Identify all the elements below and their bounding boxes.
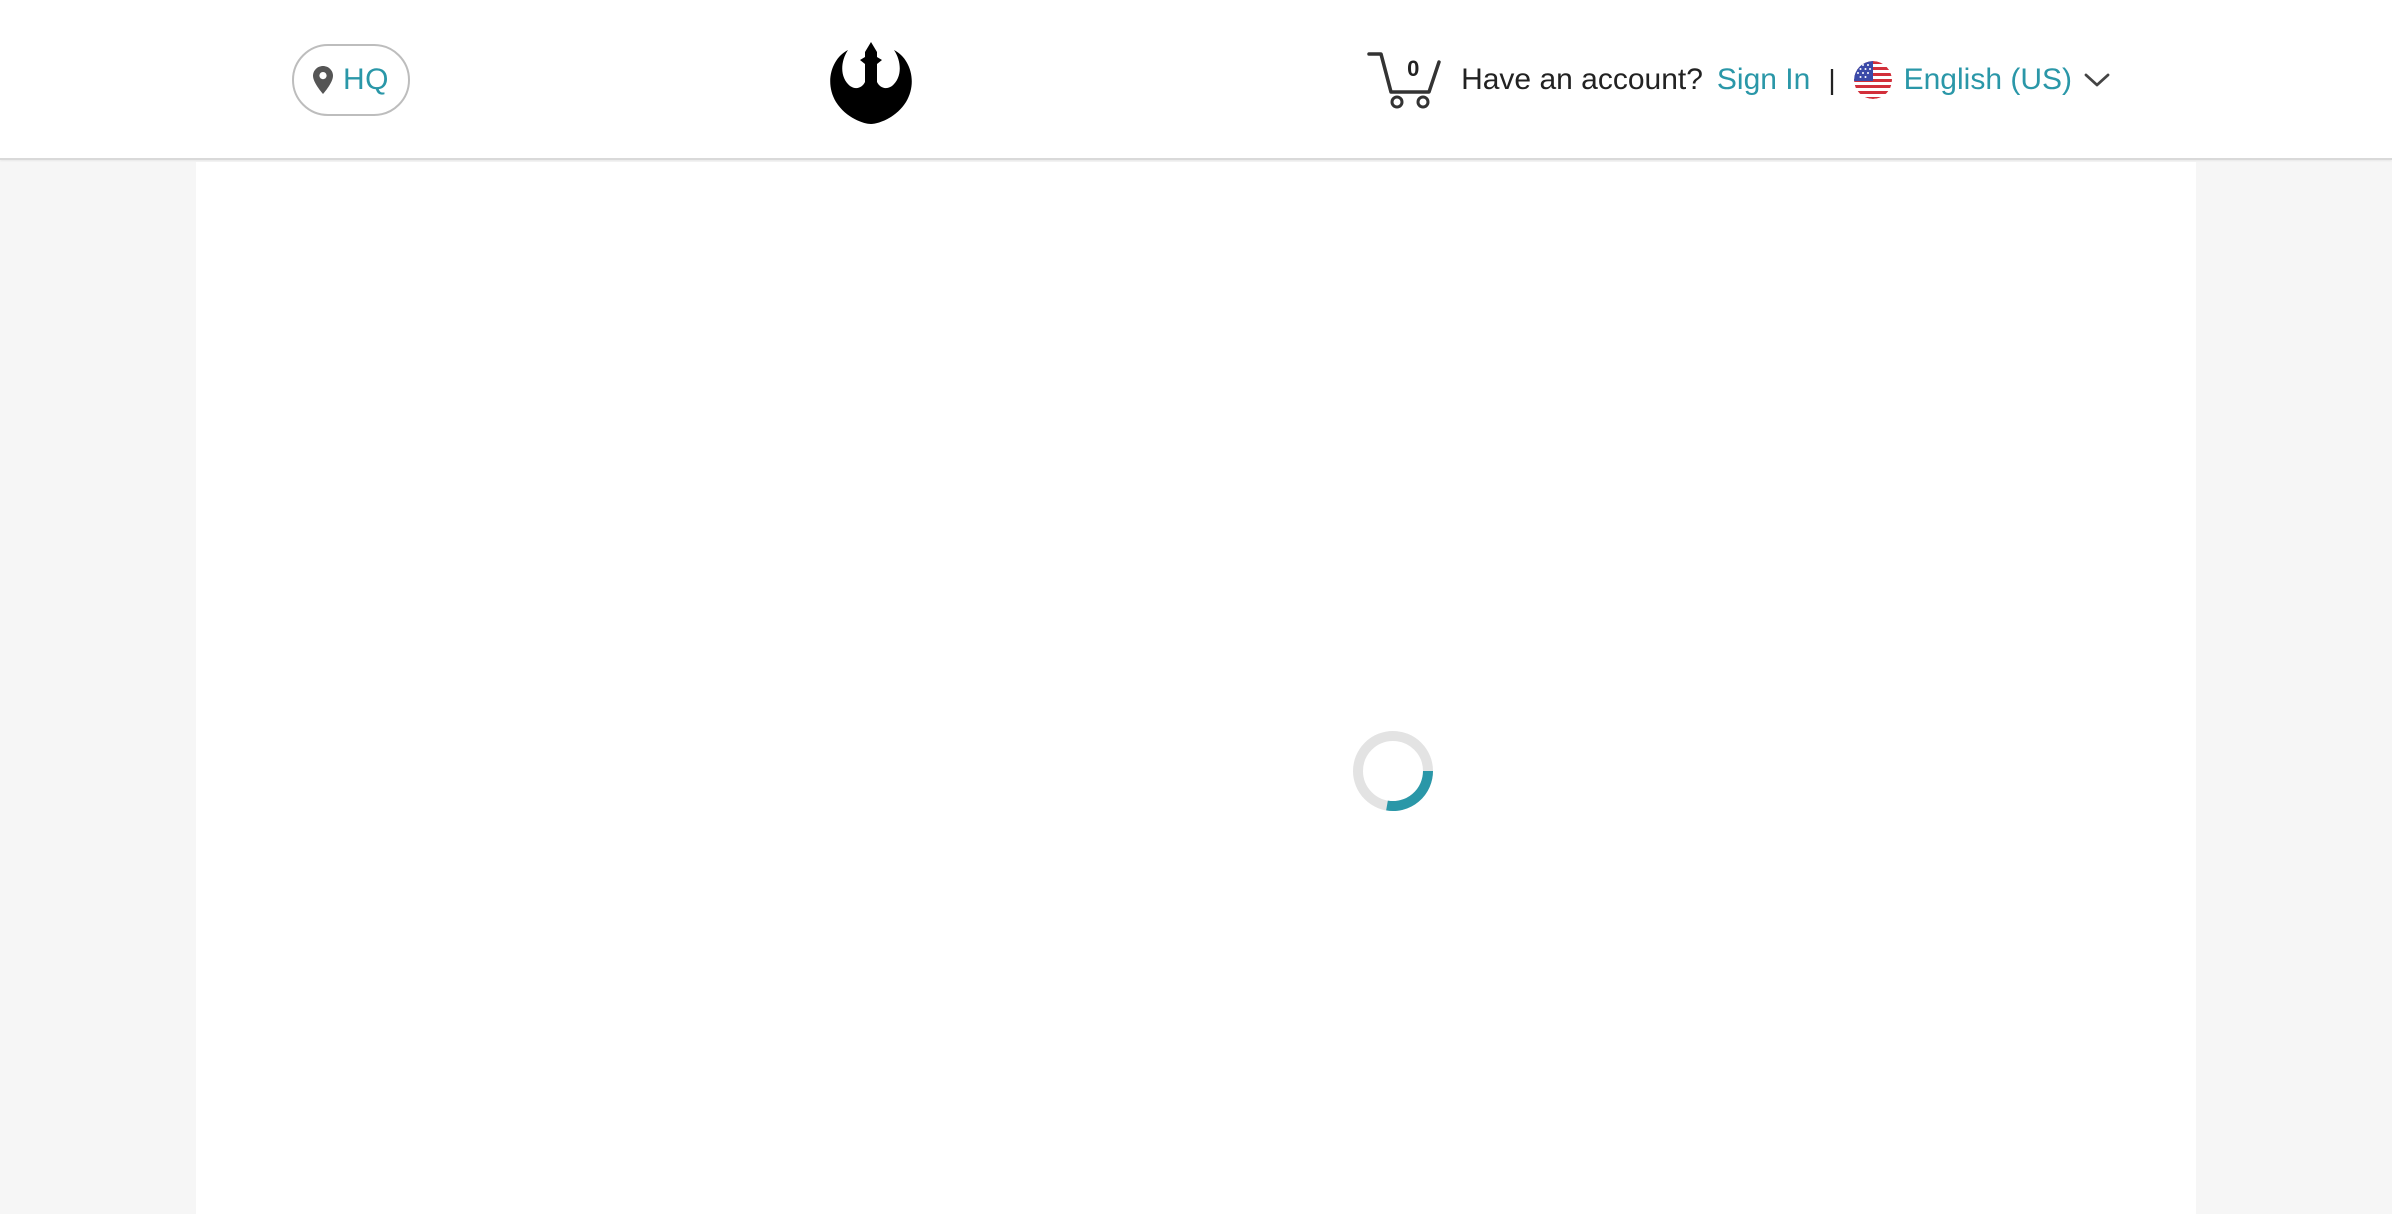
location-label: HQ bbox=[343, 63, 389, 96]
us-flag-icon[interactable] bbox=[1853, 61, 1892, 99]
loading-spinner-icon bbox=[1353, 731, 1433, 811]
site-header: HQ 0 Have an account? Sign In | English … bbox=[0, 0, 2392, 160]
map-pin-icon bbox=[313, 66, 333, 94]
header-divider: | bbox=[1828, 64, 1836, 95]
main-content bbox=[196, 162, 2196, 1214]
cart-count-badge: 0 bbox=[1407, 56, 1420, 81]
cart-button[interactable]: 0 bbox=[1367, 50, 1443, 110]
chevron-down-icon[interactable] bbox=[2084, 72, 2110, 88]
rebel-alliance-logo[interactable] bbox=[826, 38, 916, 124]
location-selector-button[interactable]: HQ bbox=[292, 44, 410, 116]
shopping-cart-icon bbox=[1367, 52, 1441, 109]
language-selector[interactable]: English (US) bbox=[1904, 63, 2072, 97]
header-actions: 0 Have an account? Sign In | English (US… bbox=[1367, 48, 2110, 112]
sign-in-link[interactable]: Sign In bbox=[1717, 63, 1810, 97]
account-prompt-text: Have an account? bbox=[1461, 63, 1703, 96]
